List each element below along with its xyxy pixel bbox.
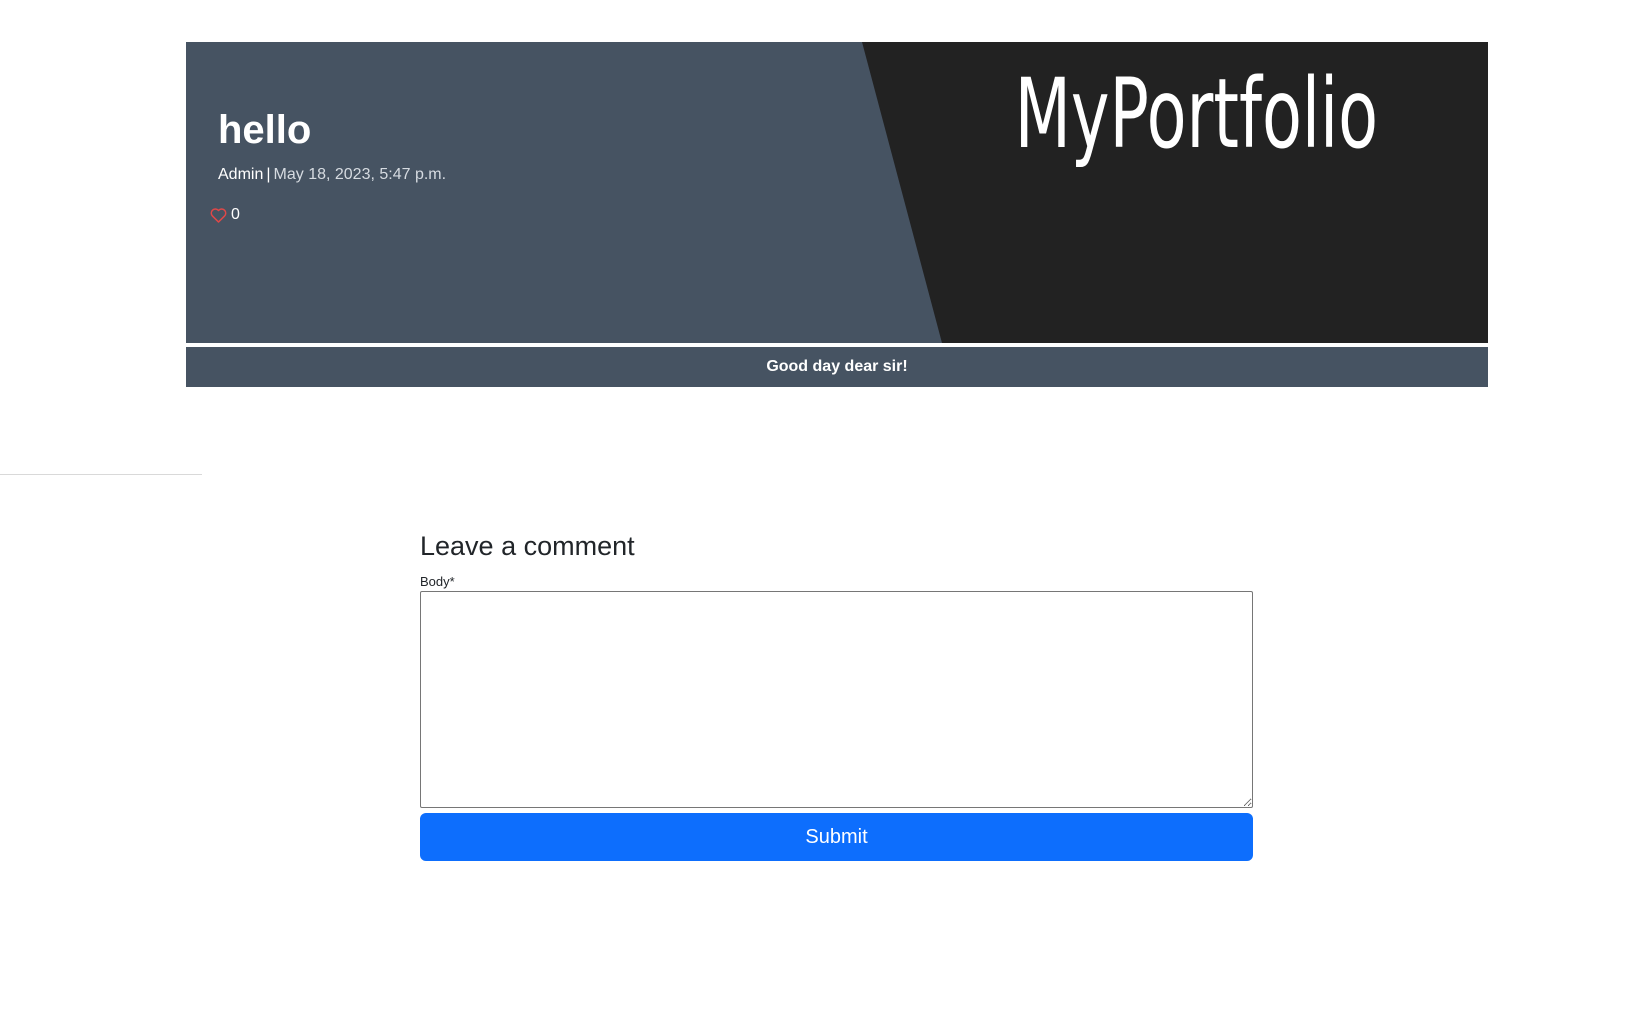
like-count: 0 [231,206,240,223]
post-hero: MyPortfolio hello Admin | May 18, 2023, 5:… [186,42,1488,343]
post-author: Admin [218,166,264,183]
section-divider [0,474,202,475]
site-logo[interactable]: MyPortfolio [1015,66,1379,162]
comment-heading: Leave a comment [420,531,635,561]
post-meta: Admin | May 18, 2023, 5:47 p.m. [218,166,446,184]
post-title: hello [218,108,312,152]
heart-icon [210,207,227,223]
comment-form: Leave a comment Body* Submit [420,530,1253,862]
body-label: Body* [420,574,455,590]
post-body: Good day dear sir! [186,347,1488,387]
submit-button[interactable]: Submit [420,813,1253,862]
comment-body-input[interactable] [420,591,1253,809]
page: MyPortfolio hello Admin | May 18, 2023, 5:… [0,0,1645,1026]
meta-separator: | [266,166,271,183]
like-button[interactable]: 0 [210,206,240,224]
post-date: May 18, 2023, 5:47 p.m. [273,166,447,183]
